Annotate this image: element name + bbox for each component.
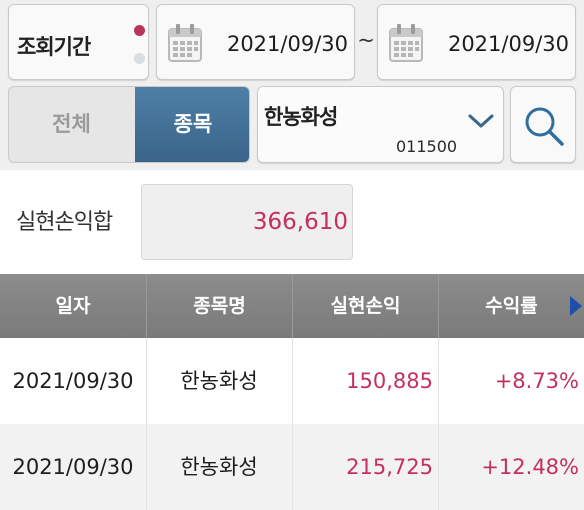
scope-segmented-control: 전체 종목: [8, 86, 250, 163]
column-header-date[interactable]: 일자: [0, 274, 146, 338]
date-from-value: 2021/09/30: [226, 32, 348, 56]
stock-code: 011500: [396, 137, 458, 156]
column-divider: [438, 338, 439, 510]
column-header-stock-name[interactable]: 종목명: [146, 274, 292, 338]
stock-select-dropdown[interactable]: 한농화성 011500: [257, 86, 504, 163]
date-to-picker[interactable]: 2021/09/30: [377, 4, 576, 80]
column-divider: [292, 338, 293, 510]
column-header-realized-pl[interactable]: 실현손익: [292, 274, 438, 338]
table-header: 일자 종목명 실현손익 수익률: [0, 274, 584, 338]
realized-pl-sum-label: 실현손익합: [16, 210, 113, 235]
calendar-icon: [389, 24, 423, 62]
cell-return-rate: +12.48%: [481, 455, 579, 479]
date-separator: ~: [357, 28, 375, 52]
realized-pl-sum-box: 366,610: [141, 184, 353, 260]
cell-date: 2021/09/30: [12, 369, 134, 393]
period-toggle-button[interactable]: 조회기간: [8, 4, 149, 80]
segment-all-button[interactable]: 전체: [9, 87, 134, 162]
chevron-down-icon: [468, 114, 494, 128]
cell-date: 2021/09/30: [12, 455, 134, 479]
search-icon: [525, 107, 564, 146]
cell-realized-pl: 150,885: [346, 369, 433, 393]
column-header-return-rate[interactable]: 수익률: [438, 274, 584, 338]
cell-return-rate: +8.73%: [494, 369, 579, 393]
segment-stock-button[interactable]: 종목: [135, 87, 249, 162]
calendar-icon: [168, 24, 202, 62]
realized-pl-sum-value: 366,610: [252, 209, 348, 235]
period-indicator-active: [134, 25, 145, 36]
period-indicator-inactive: [134, 53, 145, 64]
date-from-picker[interactable]: 2021/09/30: [156, 4, 355, 80]
stock-name: 한농화성: [264, 105, 338, 129]
cell-stock-name: 한농화성: [180, 369, 258, 393]
column-divider: [146, 338, 147, 510]
cell-realized-pl: 215,725: [346, 455, 433, 479]
date-to-value: 2021/09/30: [447, 32, 569, 56]
cell-stock-name: 한농화성: [180, 455, 258, 479]
search-button[interactable]: [510, 86, 576, 163]
period-label: 조회기간: [17, 35, 91, 59]
arrow-right-icon[interactable]: [570, 296, 582, 316]
